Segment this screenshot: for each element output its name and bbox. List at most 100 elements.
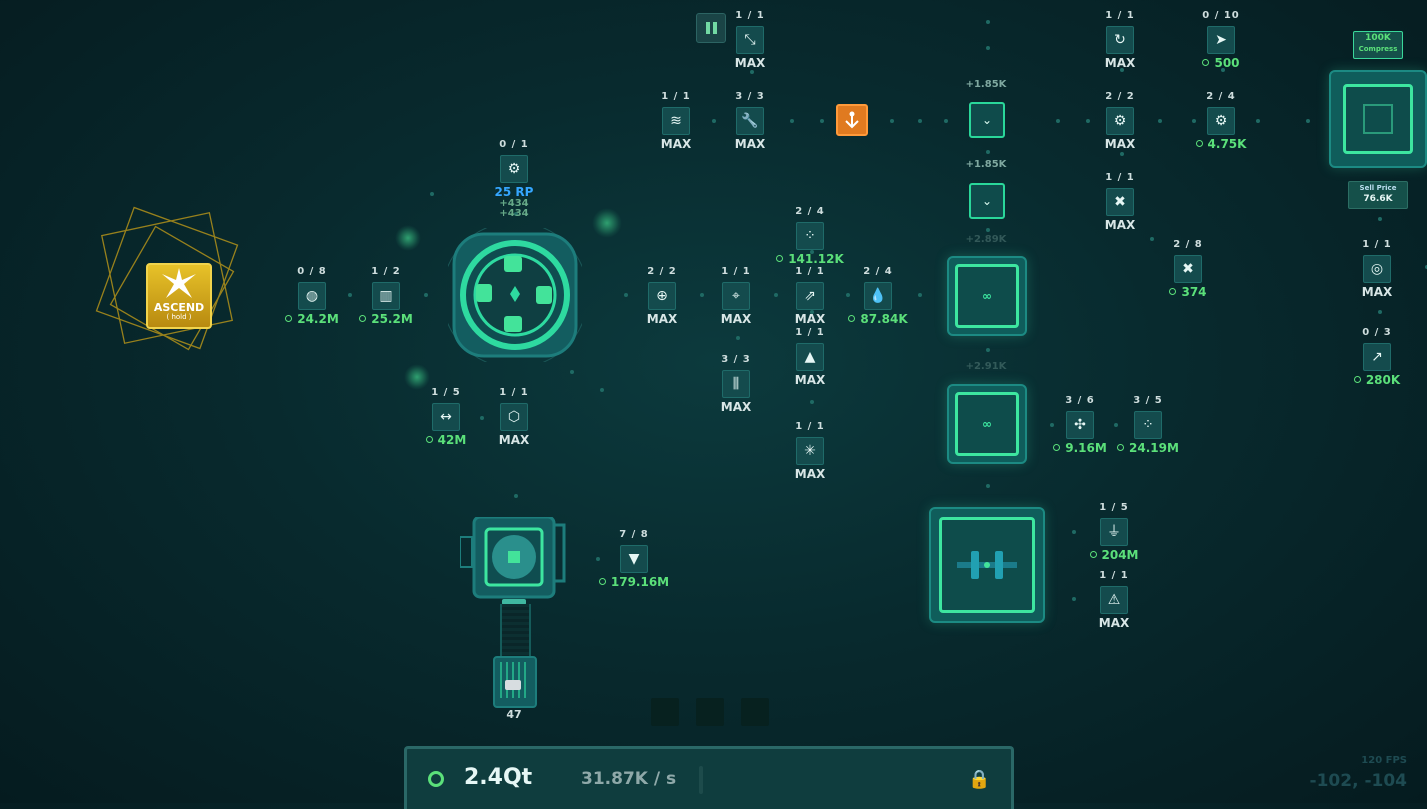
sell-price-value: 76.6K	[1363, 194, 1393, 204]
coords-readout: -102, -104	[1309, 771, 1407, 791]
upgrade-node[interactable]: 3 / 5 ⁘ 24.19M	[1108, 395, 1188, 455]
weight-icon: ▲	[796, 343, 824, 371]
node-value: MAX	[498, 433, 530, 447]
node-count: 2 / 8	[1173, 239, 1203, 250]
node-value: MAX	[720, 400, 752, 414]
upgrade-node[interactable]: 1 / 1 ↻ MAX	[1080, 10, 1160, 70]
refresh-icon: ↻	[1106, 26, 1134, 54]
ascend-button[interactable]: ASCEND ( hold )	[146, 263, 212, 329]
orange-crate[interactable]	[836, 104, 868, 136]
node-value: 179.16M	[594, 575, 674, 589]
sell-price-box: Sell Price 76.6K	[1348, 181, 1408, 209]
storage-tank[interactable]	[493, 656, 537, 708]
sell-price-label: Sell Price	[1359, 184, 1397, 192]
upgrade-node[interactable]: 2 / 8 ✖ 374	[1148, 239, 1228, 299]
connector-dot	[1056, 119, 1060, 123]
compress-button[interactable]: 100K Compress	[1353, 31, 1403, 59]
upgrade-node[interactable]: 2 / 2 ⚙ MAX	[1080, 91, 1160, 151]
upgrade-node[interactable]: 1 / 1 ▲ MAX	[770, 327, 850, 387]
upgrade-node[interactable]: 2 / 4 ⚙ 4.75K	[1181, 91, 1261, 151]
node-value: 4.75K	[1181, 137, 1261, 151]
upgrade-node[interactable]: 1 / 1 ✖ MAX	[1080, 172, 1160, 232]
gears-icon: ⚙	[1106, 107, 1134, 135]
resource-total: 2.4Qt	[464, 765, 533, 790]
cursor-icon: ➤	[1207, 26, 1235, 54]
upgrade-node[interactable]: 2 / 4 💧 87.84K	[838, 266, 918, 326]
node-value: 25.2M	[346, 312, 426, 326]
gear-icon: ⚙	[500, 155, 528, 183]
upgrade-node[interactable]: 0 / 10 ➤ 500	[1181, 10, 1261, 70]
node-value: MAX	[1098, 616, 1130, 630]
research-node[interactable]: 0 / 1 ⚙ 25 RP +434 +434	[474, 139, 554, 219]
split-icon: ⤡	[736, 26, 764, 54]
generator-box[interactable]	[929, 507, 1045, 623]
upgrade-node[interactable]: 2 / 4 ⁘ 141.12K	[770, 206, 850, 266]
upgrade-node[interactable]: 1 / 1 ✳ MAX	[770, 421, 850, 481]
wave-icon: ≋	[662, 107, 690, 135]
nodes-icon: ⬡	[500, 403, 528, 431]
upgrade-node[interactable]: 3 / 3 🔧 MAX	[710, 91, 790, 151]
compressor-core	[1343, 84, 1413, 154]
node-value: MAX	[1104, 137, 1136, 151]
upgrade-node[interactable]: 2 / 2 ⊕ MAX	[622, 266, 702, 326]
connector-dot	[570, 370, 574, 374]
coins-icon: ◎	[1363, 255, 1391, 283]
link-icon: ∞	[955, 264, 1019, 328]
collector-box[interactable]: ⌄	[969, 102, 1005, 138]
node-count: 2 / 2	[1105, 91, 1135, 102]
upgrade-node[interactable]: 0 / 8 ◍ 24.2M	[272, 266, 352, 326]
node-count: 1 / 1	[1105, 10, 1135, 21]
node-count: 3 / 3	[721, 354, 751, 365]
plug-icon: ⏚	[1100, 518, 1128, 546]
node-count: 3 / 3	[735, 91, 765, 102]
piano-icon: ▥	[372, 282, 400, 310]
burst-icon: ✳	[796, 437, 824, 465]
upgrade-node[interactable]: 7 / 8 ▼ 179.16M	[594, 529, 674, 589]
upgrade-node[interactable]: 3 / 3 ⫼ MAX	[696, 354, 776, 414]
upgrade-node[interactable]: 1 / 5 ⏚ 204M	[1074, 502, 1154, 562]
processor-box[interactable]: ∞	[947, 256, 1027, 336]
lock-icon[interactable]: 🔒	[968, 769, 990, 790]
storage-count: 47	[506, 708, 522, 721]
upgrade-node[interactable]: 1 / 1 ⌖ MAX	[696, 266, 776, 326]
pouch-icon: ◍	[298, 282, 326, 310]
connector-dot	[986, 228, 990, 232]
node-count: 1 / 1	[1362, 239, 1392, 250]
node-value: MAX	[646, 312, 678, 326]
node-value: 24.2M	[272, 312, 352, 326]
upgrade-node[interactable]: 1 / 1 ⚠ MAX	[1074, 570, 1154, 630]
node-value: MAX	[794, 373, 826, 387]
central-core[interactable]	[441, 221, 589, 369]
fan-machine[interactable]	[459, 515, 566, 607]
empty-slot	[741, 698, 769, 726]
bonus-label: +1.85K	[965, 79, 1007, 90]
ascend-area[interactable]: ASCEND ( hold )	[95, 206, 256, 372]
connector-dot	[600, 388, 604, 392]
node-value: 87.84K	[838, 312, 918, 326]
node-count: 1 / 1	[795, 421, 825, 432]
fan-machine-icon	[459, 515, 566, 605]
node-count: 2 / 4	[1206, 91, 1236, 102]
progress-track	[699, 766, 703, 794]
battery-icon	[500, 662, 526, 698]
node-count: 0 / 1	[499, 139, 529, 150]
connector-dot	[986, 150, 990, 154]
node-count: 0 / 3	[1362, 327, 1392, 338]
upgrade-node[interactable]: 0 / 3 ↗ 280K	[1337, 327, 1417, 387]
processor-box[interactable]: ∞	[947, 384, 1027, 464]
link-icon: ∞	[955, 392, 1019, 456]
compressor-box[interactable]	[1329, 70, 1427, 168]
node-count: 1 / 1	[1105, 172, 1135, 183]
node-count: 0 / 8	[297, 266, 327, 277]
connector-dot	[736, 336, 740, 340]
upgrade-node[interactable]: 1 / 1 ◎ MAX	[1337, 239, 1417, 299]
upgrade-node[interactable]: 1 / 1 ⤡ MAX	[710, 10, 790, 70]
upgrade-node[interactable]: 1 / 1 ⬡ MAX	[474, 387, 554, 447]
connector-dot	[790, 119, 794, 123]
upgrade-node[interactable]: 1 / 2 ▥ 25.2M	[346, 266, 426, 326]
upgrade-node[interactable]: 1 / 1 ≋ MAX	[636, 91, 716, 151]
collector-box[interactable]: ⌄	[969, 183, 1005, 219]
connector-dot	[1306, 119, 1310, 123]
bonus-label: +1.85K	[965, 159, 1007, 170]
cross-icon: ✖	[1174, 255, 1202, 283]
